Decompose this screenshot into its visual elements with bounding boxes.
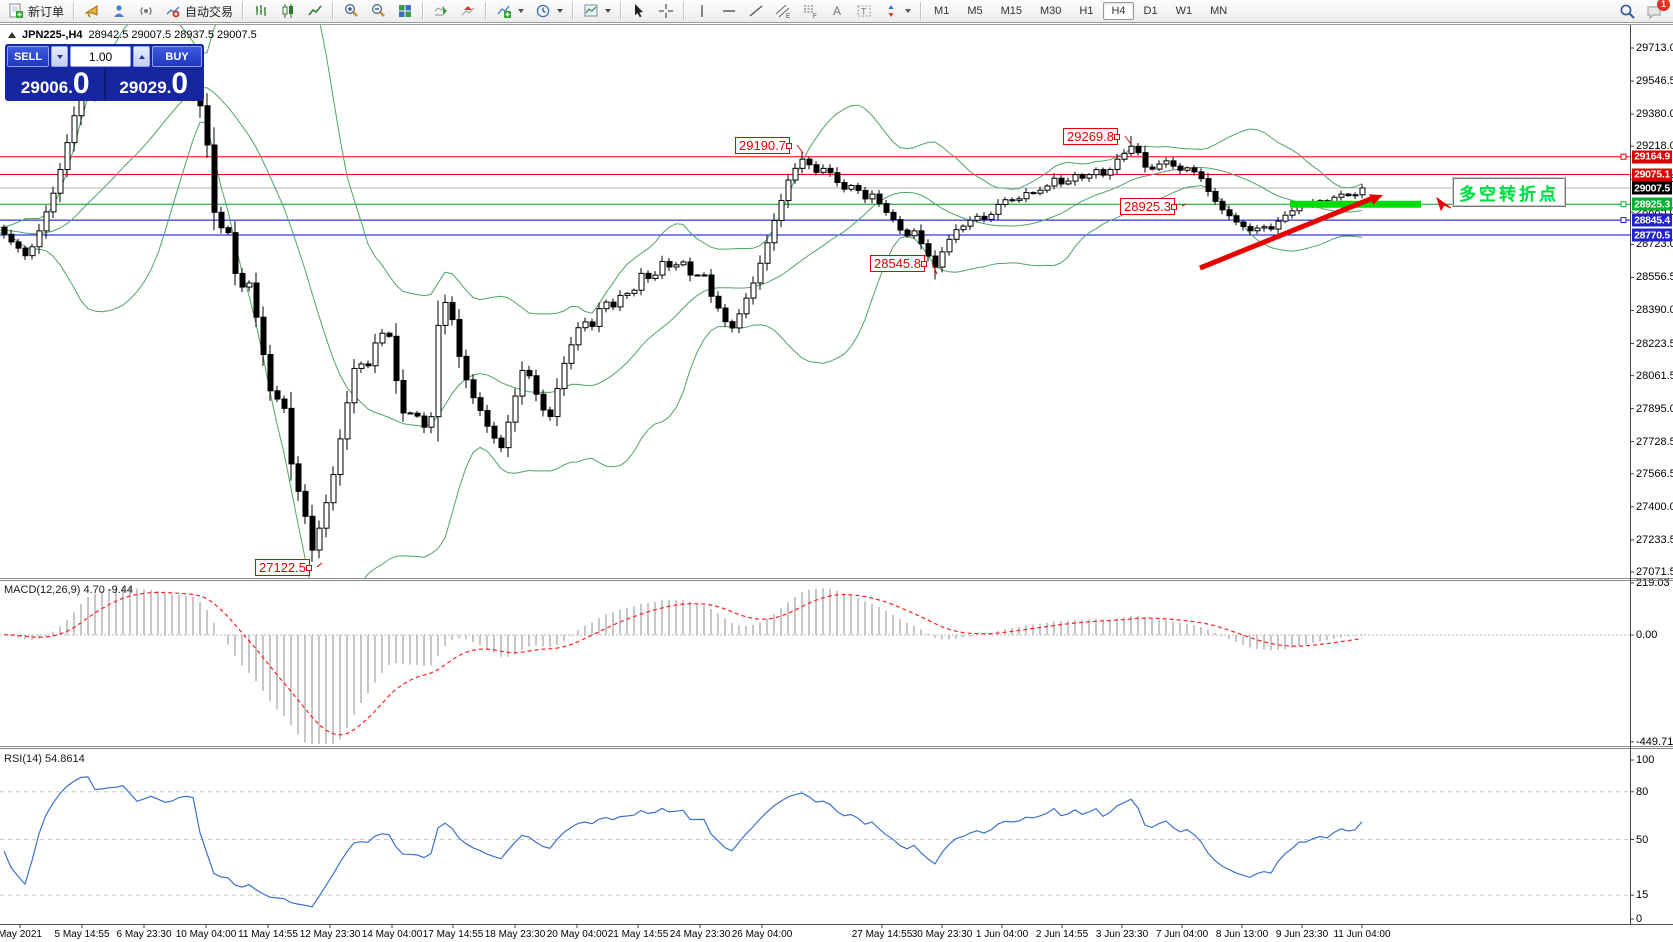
macd-header: MACD(12,26,9) 4.70 -9.44 <box>4 584 133 596</box>
chart-canvas[interactable] <box>0 0 1673 942</box>
price-badge: 29075.1 <box>1632 168 1672 181</box>
symbol-name: JPN225-,H4 <box>22 29 83 41</box>
sell-button[interactable]: SELL <box>7 46 49 67</box>
one-click-trading-panel: SELL 1.00 BUY 29006.0 29029.0 <box>5 44 204 101</box>
price-callout-label[interactable]: 27122.5 <box>255 559 310 576</box>
callout-handle-icon <box>1171 204 1177 210</box>
annotation-label[interactable]: 多空转折点 <box>1452 177 1566 207</box>
callout-handle-icon <box>786 143 792 149</box>
price-badge: 28845.4 <box>1632 214 1672 227</box>
callout-handle-icon <box>306 565 312 571</box>
chart-title: JPN225-,H4 28942.5 29007.5 28937.5 29007… <box>8 29 257 41</box>
price-badge: 29007.5 <box>1632 182 1672 195</box>
sell-price[interactable]: 29006.0 <box>7 69 104 99</box>
triangle-down-icon <box>57 55 63 59</box>
callout-handle-icon <box>921 261 927 267</box>
buy-price[interactable]: 29029.0 <box>106 69 203 99</box>
collapse-arrow-icon[interactable] <box>8 32 16 38</box>
rsi-header: RSI(14) 54.8614 <box>4 753 85 765</box>
price-badge: 29164.9 <box>1632 150 1672 163</box>
volume-decrease-button[interactable] <box>51 46 68 67</box>
price-callout-label[interactable]: 28925.3 <box>1120 198 1175 215</box>
price-badge: 28770.5 <box>1632 229 1672 242</box>
buy-button[interactable]: BUY <box>152 46 202 67</box>
callout-handle-icon <box>1114 134 1120 140</box>
mt4-window: 新订单 自动交易 <box>0 0 1673 942</box>
volume-increase-button[interactable] <box>133 46 150 67</box>
triangle-up-icon <box>139 55 145 59</box>
price-badge: 28925.3 <box>1632 198 1672 211</box>
ohlc-values: 28942.5 29007.5 28937.5 29007.5 <box>89 29 257 41</box>
price-callout-label[interactable]: 29269.8 <box>1063 128 1118 145</box>
price-callout-label[interactable]: 29190.7 <box>735 137 790 154</box>
price-callout-label[interactable]: 28545.8 <box>870 255 925 272</box>
volume-input[interactable]: 1.00 <box>70 46 131 67</box>
